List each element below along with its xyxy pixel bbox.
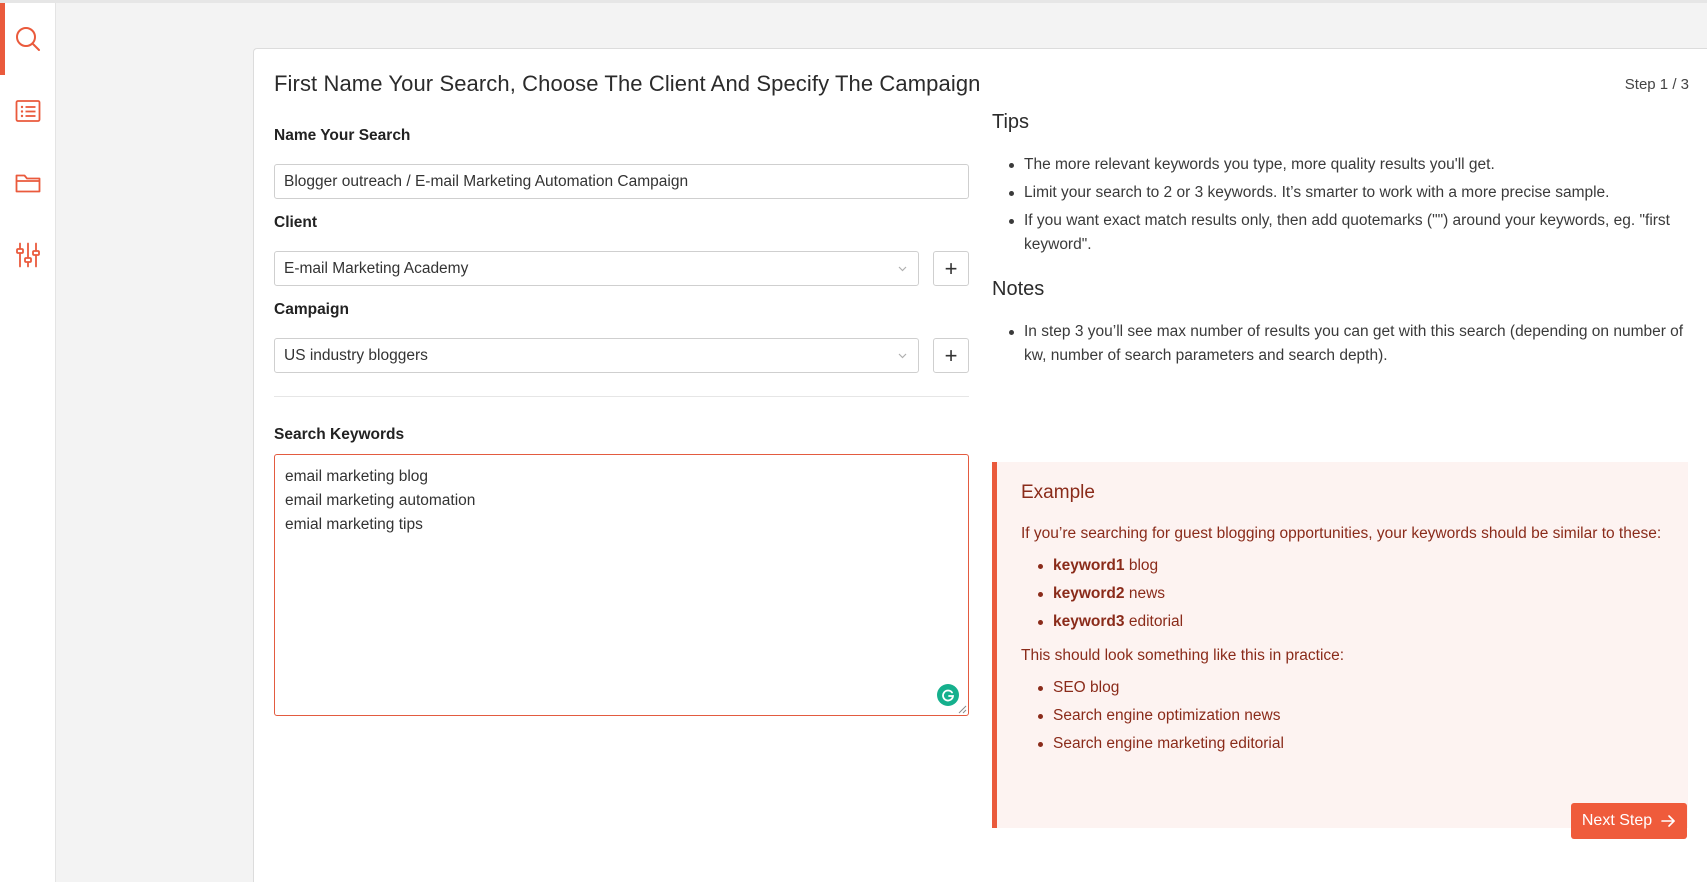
list-item: keyword1 blog	[1021, 554, 1664, 578]
sidebar	[0, 3, 56, 882]
sidebar-item-search[interactable]	[0, 3, 56, 75]
sidebar-item-settings[interactable]	[0, 219, 56, 291]
form-divider	[274, 396, 969, 397]
list-icon	[15, 100, 41, 122]
top-border	[0, 0, 1707, 3]
example-box: Example If you’re searching for guest bl…	[992, 462, 1688, 828]
campaign-row: US industry bloggers +	[274, 338, 969, 373]
keywords-wrapper: email marketing blog email marketing aut…	[274, 454, 969, 716]
next-step-label: Next Step	[1581, 812, 1653, 829]
name-label: Name Your Search	[274, 127, 411, 144]
step-indicator: Step 1 / 3	[1624, 76, 1689, 93]
client-select[interactable]: E-mail Marketing Academy	[274, 251, 919, 286]
search-name-input[interactable]	[274, 164, 969, 199]
client-label: Client	[274, 214, 318, 231]
tips-list: The more relevant keywords you type, mor…	[992, 153, 1688, 257]
list-item: In step 3 you’ll see max number of resul…	[992, 320, 1688, 368]
folder-icon	[15, 174, 41, 193]
notes-heading: Notes	[992, 278, 1045, 300]
example-intro: If you’re searching for guest blogging o…	[1021, 525, 1662, 542]
example-title: Example	[1021, 482, 1095, 503]
keywords-label: Search Keywords	[274, 426, 405, 443]
keywords-textarea[interactable]: email marketing blog email marketing aut…	[274, 454, 969, 716]
list-item: keyword2 news	[1021, 582, 1664, 606]
keyword-bold: keyword1	[1053, 557, 1125, 574]
campaign-select-value: US industry bloggers	[284, 346, 428, 364]
add-campaign-button[interactable]: +	[933, 338, 969, 373]
search-form: Name Your Search Client E-mail Marketing…	[274, 125, 969, 716]
keyword-rest: blog	[1124, 557, 1159, 574]
list-item: Search engine optimization news	[1021, 704, 1664, 728]
notes-list: In step 3 you’ll see max number of resul…	[992, 320, 1688, 368]
list-item: If you want exact match results only, th…	[992, 209, 1688, 257]
next-step-button[interactable]: Next Step	[1571, 803, 1687, 839]
client-select-value: E-mail Marketing Academy	[284, 259, 469, 277]
tips-heading: Tips	[992, 111, 1030, 133]
search-wizard-card: First Name Your Search, Choose The Clien…	[253, 48, 1707, 882]
campaign-label: Campaign	[274, 301, 349, 318]
example-practice-intro: This should look something like this in …	[1021, 647, 1345, 664]
resize-grip-icon[interactable]	[958, 705, 967, 714]
example-practice-list: SEO blog Search engine optimization news…	[1021, 676, 1664, 756]
client-row: E-mail Marketing Academy +	[274, 251, 969, 286]
list-item: The more relevant keywords you type, mor…	[992, 153, 1688, 177]
search-icon	[16, 27, 40, 51]
help-column: Tips The more relevant keywords you type…	[992, 111, 1688, 828]
grammarly-icon[interactable]	[937, 684, 959, 706]
list-item: Search engine marketing editorial	[1021, 732, 1664, 756]
add-client-button[interactable]: +	[933, 251, 969, 286]
sidebar-item-list[interactable]	[0, 75, 56, 147]
example-keyword-list: keyword1 blog keyword2 news keyword3 edi…	[1021, 554, 1664, 634]
list-item: keyword3 editorial	[1021, 610, 1664, 634]
campaign-select[interactable]: US industry bloggers	[274, 338, 919, 373]
keyword-bold: keyword2	[1053, 585, 1125, 602]
list-item: SEO blog	[1021, 676, 1664, 700]
sliders-icon	[16, 242, 40, 268]
sidebar-item-folder[interactable]	[0, 147, 56, 219]
arrow-right-icon	[1661, 815, 1675, 827]
chevron-down-icon	[898, 266, 907, 272]
keyword-rest: news	[1124, 585, 1166, 602]
keyword-bold: keyword3	[1053, 613, 1125, 630]
page-title: First Name Your Search, Choose The Clien…	[274, 71, 981, 96]
list-item: Limit your search to 2 or 3 keywords. It…	[992, 181, 1688, 205]
chevron-down-icon	[898, 353, 907, 359]
keyword-rest: editorial	[1124, 613, 1184, 630]
